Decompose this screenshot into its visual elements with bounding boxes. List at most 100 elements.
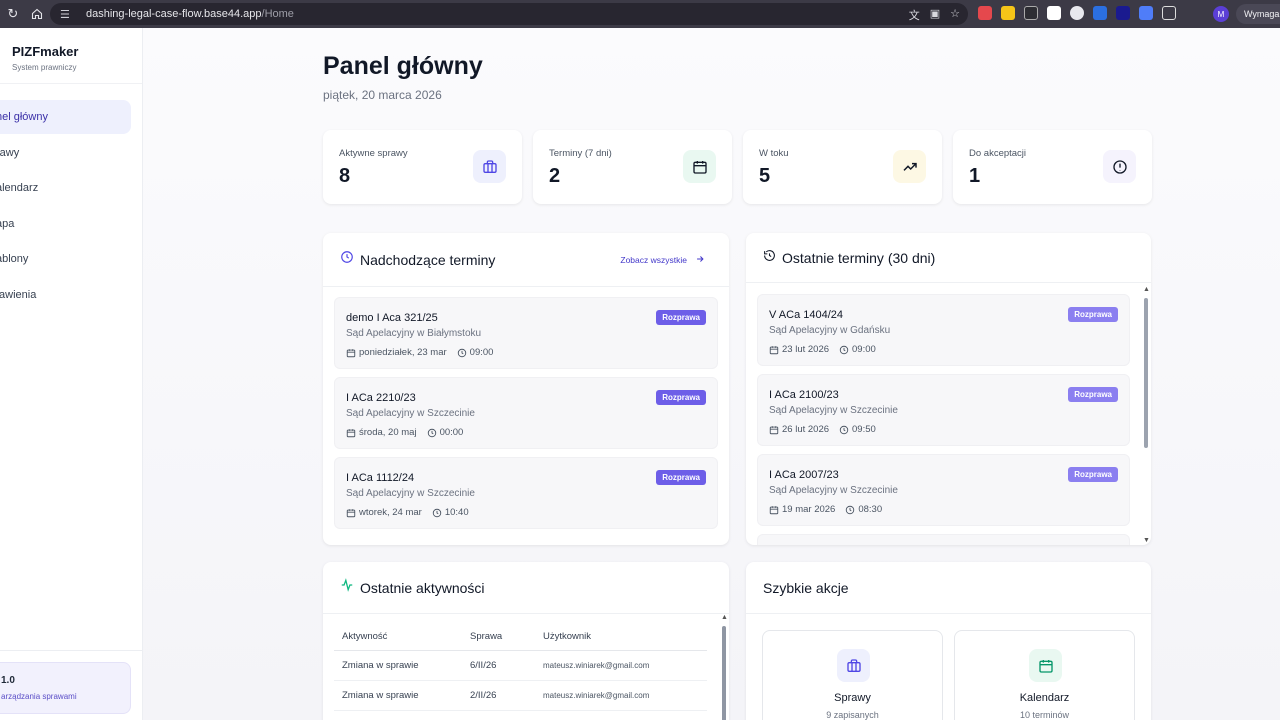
recent-deadline-item[interactable]: I ACa 2100/23 Sąd Apelacyjny w Szczecini… <box>757 374 1130 446</box>
recent-deadline-item[interactable]: I ACa 2007/23 Sąd Apelacyjny w Szczecini… <box>757 454 1130 526</box>
deadline-time: 08:30 <box>858 504 883 515</box>
activity-cell: Zmiana w sprawie <box>334 680 462 711</box>
extension-icon[interactable] <box>1024 6 1038 20</box>
deadline-date: 26 lut 2026 <box>782 424 830 435</box>
sidebar-item-settings[interactable]: tawienia <box>0 278 143 312</box>
version-number: 1.0 <box>1 675 15 686</box>
bookmark-star-icon[interactable]: ☆ <box>950 7 960 23</box>
panel-title: Nadchodzące terminy <box>360 251 496 268</box>
type-badge: Rozprawa <box>656 390 706 405</box>
stat-card-in-progress[interactable]: W toku 5 <box>743 130 942 204</box>
recent-deadline-item[interactable] <box>757 534 1130 545</box>
sidebar-item-templates[interactable]: ablony <box>0 242 143 276</box>
recent-deadline-item[interactable]: V ACa 1404/24 Sąd Apelacyjny w Gdańsku 2… <box>757 294 1130 366</box>
deadline-date: poniedziałek, 23 mar <box>359 347 447 358</box>
deadline-time: 10:40 <box>444 507 469 518</box>
extension-icon[interactable] <box>978 6 992 20</box>
quick-action-title: Kalendarz <box>1019 692 1070 704</box>
url-text: dashing-legal-case-flow.base44.app/Home <box>86 8 294 20</box>
extension-icon[interactable] <box>1093 6 1107 20</box>
reload-icon[interactable]: ↻ <box>2 3 24 25</box>
stat-card-active-cases[interactable]: Aktywne sprawy 8 <box>323 130 522 204</box>
translate-icon[interactable]: 文 <box>909 7 920 23</box>
site-settings-icon[interactable]: ☰ <box>60 8 76 21</box>
deadline-item[interactable]: I ACa 2210/23 Sąd Apelacyjny w Szczecini… <box>334 377 718 449</box>
panel-header: Nadchodzące terminy Zobacz wszystkie <box>323 233 729 287</box>
calendar-icon <box>769 345 779 355</box>
clock-icon <box>839 345 849 355</box>
table-row[interactable]: Zmiana w sprawie 6/II/26 mateusz.winiare… <box>334 650 707 681</box>
activity-table: Aktywność Sprawa Użytkownik Zmiana w spr… <box>334 624 707 711</box>
quick-action-cases[interactable]: Sprawy 9 zapisanych <box>762 630 943 720</box>
panel-title: Ostatnie aktywności <box>360 579 485 596</box>
scroll-up-icon[interactable]: ▲ <box>1143 286 1150 293</box>
home-icon[interactable] <box>26 3 48 25</box>
version-description: arządzania sprawami <box>1 692 77 701</box>
clock-icon <box>845 505 855 515</box>
table-row[interactable]: Zmiana w sprawie 2/II/26 mateusz.winiare… <box>334 680 707 711</box>
trending-up-icon <box>893 150 926 183</box>
extensions-puzzle-icon[interactable] <box>1162 6 1176 20</box>
column-header: Aktywność <box>334 624 462 651</box>
extension-icon[interactable] <box>1001 6 1015 20</box>
address-bar[interactable]: ☰ dashing-legal-case-flow.base44.app/Hom… <box>50 3 968 25</box>
deadline-date: wtorek, 24 mar <box>359 507 422 518</box>
scrollbar[interactable]: ▲ ▼ <box>1143 286 1150 544</box>
scroll-up-icon[interactable]: ▲ <box>721 614 728 621</box>
deadline-item[interactable]: demo I Aca 321/25 Sąd Apelacyjny w Biały… <box>334 297 718 369</box>
panel-title: Szybkie akcje <box>763 579 849 596</box>
extension-icon[interactable] <box>1070 6 1084 20</box>
calendar-icon <box>346 428 356 438</box>
court-name: Sąd Apelacyjny w Szczecinie <box>769 485 898 496</box>
type-badge: Rozprawa <box>1068 387 1118 402</box>
deadline-time: 09:50 <box>852 424 876 435</box>
quick-action-calendar[interactable]: Kalendarz 10 terminów <box>954 630 1135 720</box>
recent-activity-panel: Ostatnie aktywności Aktywność Sprawa Uży… <box>323 562 729 720</box>
sidebar-item-calendar[interactable]: alendarz <box>0 171 143 205</box>
sidebar-item-map[interactable]: apa <box>0 207 143 241</box>
stat-card-deadlines[interactable]: Terminy (7 dni) 2 <box>533 130 732 204</box>
sidebar-item-label: nel główny <box>0 111 48 123</box>
see-all-link[interactable]: Zobacz wszystkie <box>620 254 705 266</box>
extension-icon[interactable] <box>1116 6 1130 20</box>
scroll-thumb[interactable] <box>722 626 726 720</box>
scroll-thumb[interactable] <box>1144 298 1148 448</box>
page-title: Panel główny <box>323 52 483 80</box>
profile-status[interactable]: Wymagan <box>1236 4 1280 24</box>
recent-deadlines-panel: Ostatnie terminy (30 dni) V ACa 1404/24 … <box>746 233 1151 545</box>
quick-action-title: Sprawy <box>834 692 871 704</box>
page-date: piątek, 20 marca 2026 <box>323 88 442 102</box>
sidebar: PIZFmaker System prawniczy nel główny ra… <box>0 28 143 720</box>
extension-icon[interactable] <box>1047 6 1061 20</box>
panel-header: Ostatnie terminy (30 dni) <box>746 233 1151 283</box>
deadline-date: środa, 20 maj <box>359 427 417 438</box>
scrollbar[interactable]: ▲ <box>721 614 728 720</box>
type-badge: Rozprawa <box>1068 467 1118 482</box>
alert-circle-icon <box>1103 150 1136 183</box>
version-card: 1.0 arządzania sprawami <box>0 662 131 714</box>
court-name: Sąd Apelacyjny w Gdańsku <box>769 325 891 336</box>
sidebar-item-label: apa <box>0 217 15 230</box>
deadline-time: 09:00 <box>469 347 494 358</box>
deadline-time: 09:00 <box>852 344 876 355</box>
calendar-icon <box>346 348 356 358</box>
cast-icon[interactable]: ▣ <box>930 7 940 23</box>
profile-avatar[interactable]: M <box>1213 6 1229 22</box>
brand-subtitle: System prawniczy <box>12 63 77 72</box>
history-icon <box>763 249 776 267</box>
extension-icon[interactable] <box>1139 6 1153 20</box>
deadline-date: 23 lut 2026 <box>782 344 830 355</box>
sidebar-nav: nel główny rawy alendarz apa ablony tawi… <box>0 100 143 313</box>
scroll-down-icon[interactable]: ▼ <box>1143 537 1150 544</box>
deadline-date: 19 mar 2026 <box>782 504 836 515</box>
calendar-icon <box>1029 649 1062 682</box>
case-cell: 2/II/26 <box>462 680 535 711</box>
sidebar-item-cases[interactable]: rawy <box>0 136 143 170</box>
user-cell: mateusz.winiarek@gmail.com <box>535 680 707 711</box>
panel-header: Szybkie akcje <box>746 562 1151 614</box>
stat-card-to-accept[interactable]: Do akceptacji 1 <box>953 130 1152 204</box>
deadline-item[interactable]: I ACa 1112/24 Sąd Apelacyjny w Szczecini… <box>334 457 718 529</box>
sidebar-item-dashboard[interactable]: nel główny <box>0 100 131 134</box>
sidebar-item-label: ablony <box>0 253 29 265</box>
browser-toolbar: ↻ ☰ dashing-legal-case-flow.base44.app/H… <box>0 0 1280 28</box>
